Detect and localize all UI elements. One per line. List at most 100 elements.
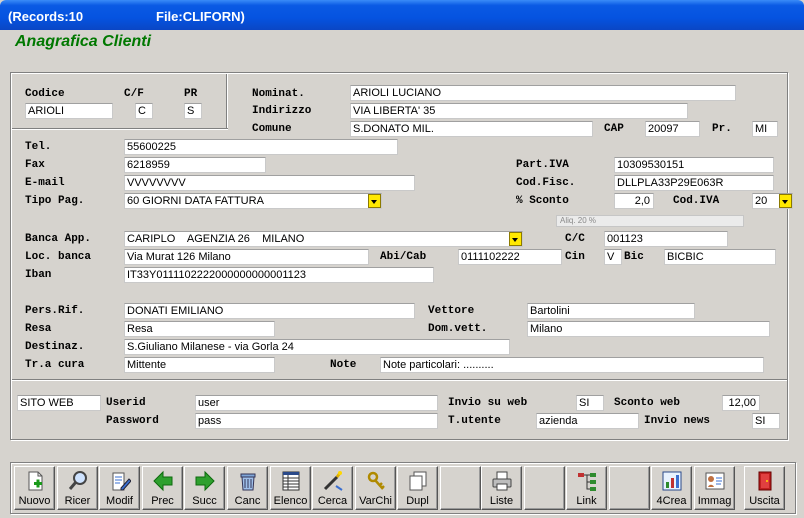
destinaz-label: Destinaz. <box>25 341 85 353</box>
password-label: Password <box>106 415 159 427</box>
tipo-pag-value: 60 GIORNI DATA FATTURA <box>127 195 264 207</box>
comune-field[interactable]: S.DONATO MIL. <box>350 121 593 137</box>
cin-field[interactable]: V <box>604 249 622 265</box>
invio-web-label: Invio su web <box>448 397 528 409</box>
tel-label: Tel. <box>25 141 52 153</box>
invio-news-field[interactable]: SI <box>752 413 780 429</box>
succ-label: Succ <box>192 495 217 507</box>
tra-cura-field[interactable]: Mittente <box>124 357 275 373</box>
email-field[interactable]: VVVVVVVV <box>124 175 415 191</box>
prec-button[interactable]: Prec <box>142 466 183 510</box>
canc-label: Canc <box>234 495 261 507</box>
sconto-web-field[interactable]: 12,00 <box>722 395 760 411</box>
tel-field[interactable]: 55600225 <box>124 139 398 155</box>
varchi-button[interactable]: VarChi <box>355 466 396 510</box>
immag-button[interactable]: Immag <box>694 466 735 510</box>
printer-icon <box>492 471 512 491</box>
prov-label: Pr. <box>712 123 732 135</box>
cf-label: C/F <box>124 88 144 100</box>
destinaz-field[interactable]: S.Giuliano Milanese - via Gorla 24 <box>124 339 510 355</box>
ricer-label: Ricer <box>64 495 91 507</box>
cin-label: Cin <box>565 251 585 263</box>
sito-web-field[interactable]: SITO WEB <box>17 395 101 411</box>
cc-label: C/C <box>565 233 585 245</box>
cap-field[interactable]: 20097 <box>645 121 700 137</box>
cf-field[interactable]: C <box>135 103 153 119</box>
cod-fisc-label: Cod.Fisc. <box>516 177 576 189</box>
cap-label: CAP <box>604 123 624 135</box>
4crea-button[interactable]: 4Crea <box>651 466 692 510</box>
empty-toolbar-slot <box>609 466 650 510</box>
invio-web-field[interactable]: SI <box>576 395 604 411</box>
chevron-down-icon[interactable] <box>368 194 381 208</box>
fax-field[interactable]: 6218959 <box>124 157 266 173</box>
note-label: Note <box>330 359 357 371</box>
pr-label: PR <box>184 88 198 100</box>
cerca-button[interactable]: Cerca <box>312 466 353 510</box>
nominat-field[interactable]: ARIOLI LUCIANO <box>350 85 736 101</box>
link-button[interactable]: Link <box>566 466 607 510</box>
modif-button[interactable]: Modif <box>99 466 140 510</box>
cc-field[interactable]: 001123 <box>604 231 728 247</box>
empty-toolbar-slot <box>440 466 481 510</box>
password-field[interactable]: pass <box>195 413 438 429</box>
uscita-button[interactable]: Uscita <box>744 466 785 510</box>
ricer-button[interactable]: Ricer <box>57 466 98 510</box>
pr-field[interactable]: S <box>184 103 202 119</box>
divider <box>226 74 228 129</box>
banca-app-select[interactable]: CARIPLO AGENZIA 26 MILANO <box>124 231 523 247</box>
loc-banca-label: Loc. banca <box>25 251 92 263</box>
indirizzo-field[interactable]: VIA LIBERTA' 35 <box>350 103 688 119</box>
banca-app-value: CARIPLO AGENZIA 26 MILANO <box>127 233 305 245</box>
create-chart-icon <box>662 471 682 491</box>
cod-iva-select[interactable]: 20 <box>752 193 793 209</box>
dupl-label: Dupl <box>406 495 429 507</box>
userid-field[interactable]: user <box>195 395 438 411</box>
tra-cura-label: Tr.a cura <box>25 359 85 371</box>
arrow-right-icon <box>195 470 215 492</box>
nuovo-label: Nuovo <box>18 495 51 507</box>
cod-fisc-field[interactable]: DLLPLA33P29E063R <box>614 175 774 191</box>
pers-rif-label: Pers.Rif. <box>25 305 85 317</box>
empty-toolbar-slot <box>524 466 565 510</box>
pers-rif-field[interactable]: DONATI EMILIANO <box>124 303 415 319</box>
trash-icon <box>240 473 256 491</box>
vettore-label: Vettore <box>428 305 475 317</box>
nuovo-button[interactable]: Nuovo <box>14 466 55 510</box>
email-label: E-mail <box>25 177 65 189</box>
bic-field[interactable]: BICBIC <box>664 249 776 265</box>
chevron-down-icon[interactable] <box>509 232 522 246</box>
succ-button[interactable]: Succ <box>184 466 225 510</box>
exit-door-icon <box>758 471 772 491</box>
userid-label: Userid <box>106 397 146 409</box>
magnifier-icon <box>68 471 87 490</box>
elenco-button[interactable]: Elenco <box>270 466 311 510</box>
tipo-pag-select[interactable]: 60 GIORNI DATA FATTURA <box>124 193 382 209</box>
image-card-icon <box>705 472 725 490</box>
indirizzo-label: Indirizzo <box>252 105 312 117</box>
cod-iva-label: Cod.IVA <box>673 195 720 207</box>
dom-vett-label: Dom.vett. <box>428 323 488 335</box>
tipo-pag-label: Tipo Pag. <box>25 195 85 207</box>
resa-field[interactable]: Resa <box>124 321 275 337</box>
sconto-field[interactable]: 2,0 <box>614 193 654 209</box>
liste-button[interactable]: Liste <box>481 466 522 510</box>
dom-vett-field[interactable]: Milano <box>527 321 770 337</box>
vettore-field[interactable]: Bartolini <box>527 303 695 319</box>
chevron-down-icon[interactable] <box>779 194 792 208</box>
iban-field[interactable]: IT33Y0111102222000000000001123 <box>124 267 434 283</box>
note-field[interactable]: Note particolari: .......... <box>380 357 764 373</box>
immag-label: Immag <box>697 495 732 507</box>
records-count: (Records:10 <box>8 9 84 24</box>
dupl-button[interactable]: Dupl <box>397 466 438 510</box>
elenco-label: Elenco <box>273 495 308 507</box>
codice-field[interactable]: ARIOLI <box>25 103 113 119</box>
edit-document-icon <box>112 472 131 491</box>
abicab-field[interactable]: 0111102222 <box>458 249 562 265</box>
arrow-left-icon <box>153 470 173 492</box>
t-utente-field[interactable]: azienda <box>536 413 639 429</box>
prov-field[interactable]: MI <box>752 121 778 137</box>
canc-button[interactable]: Canc <box>227 466 268 510</box>
part-iva-field[interactable]: 10309530151 <box>614 157 774 173</box>
loc-banca-field[interactable]: Via Murat 126 Milano <box>124 249 369 265</box>
